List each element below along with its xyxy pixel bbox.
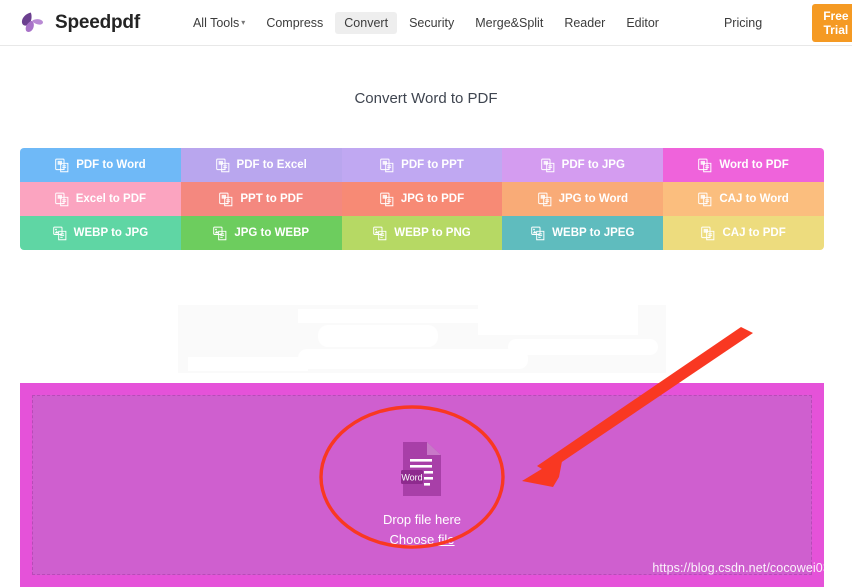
word-file-icon: Word <box>399 440 445 498</box>
tool-tile-label: CAJ to PDF <box>722 227 786 239</box>
nav-label: All Tools <box>192 15 240 30</box>
tool-tile-label: PDF to PPT <box>401 159 464 171</box>
chevron-down-icon: ▾ <box>241 17 246 27</box>
doc-convert-icon <box>219 192 240 207</box>
tool-tile-webp-to-png[interactable]: WEBP to PNG <box>341 216 503 250</box>
doc-convert-icon <box>55 158 76 173</box>
nav-item-convert[interactable]: Convert <box>335 11 398 34</box>
tool-tile-pdf-to-ppt[interactable]: PDF to PPT <box>341 148 503 182</box>
doc-convert-icon <box>380 158 401 173</box>
image-convert-icon <box>531 226 552 241</box>
tool-tile-label: PDF to JPG <box>561 159 625 171</box>
tool-tile-caj-to-word[interactable]: CAJ to Word <box>663 182 824 216</box>
main-nav: All Tools ▾ Compress Convert Security Mer… <box>184 11 774 34</box>
doc-convert-icon <box>701 226 722 241</box>
tool-tile-label: WEBP to JPEG <box>552 227 635 239</box>
file-drop-inner[interactable]: Word Drop file here Choose file <box>32 395 812 575</box>
tool-tile-label: Excel to PDF <box>75 193 147 205</box>
tool-tile-label: CAJ to Word <box>719 193 789 205</box>
choose-file-link[interactable]: Choose file <box>389 532 454 547</box>
word-icon-label: Word <box>401 473 422 483</box>
tool-tile-label: WEBP to JPG <box>73 227 149 239</box>
drop-file-here-text: Drop file here <box>382 512 462 527</box>
tool-tile-pdf-to-word[interactable]: PDF to Word <box>20 148 181 182</box>
brand-name: Speedpdf <box>55 11 140 33</box>
tool-tile-label: PDF to Excel <box>236 159 307 171</box>
tool-tile-pdf-to-jpg[interactable]: PDF to JPG <box>502 148 664 182</box>
tool-tile-webp-to-jpg[interactable]: WEBP to JPG <box>20 216 181 250</box>
tools-grid: PDF to Word PDF to Excel PDF to PPT PDF … <box>20 148 824 250</box>
page-root: Speedpdf All Tools ▾ Compress Convert Sec… <box>0 0 852 587</box>
file-drop-zone[interactable]: Word Drop file here Choose file <box>20 383 824 587</box>
ad-placeholder-banner <box>178 305 666 373</box>
tool-tile-webp-to-jpeg[interactable]: WEBP to JPEG <box>502 216 664 250</box>
tool-tile-label: PDF to Word <box>76 159 146 171</box>
tool-tile-label: WEBP to PNG <box>394 227 471 239</box>
site-header: Speedpdf All Tools ▾ Compress Convert Sec… <box>0 0 852 46</box>
nav-item-reader[interactable]: Reader <box>555 12 614 34</box>
doc-convert-icon <box>54 192 76 207</box>
tool-tile-label: JPG to WEBP <box>234 227 310 239</box>
doc-convert-icon <box>380 192 401 207</box>
drop-zone-content: Word Drop file here Choose file <box>33 440 811 547</box>
nav-item-merge-split[interactable]: Merge&Split <box>466 12 552 34</box>
tool-tile-jpg-to-word[interactable]: JPG to Word <box>502 182 664 216</box>
nav-item-all-tools[interactable]: All Tools ▾ <box>184 12 254 34</box>
butterfly-logo-icon <box>18 9 46 37</box>
doc-convert-icon <box>698 158 719 173</box>
tool-tile-label: JPG to PDF <box>400 193 465 205</box>
page-title: Convert Word to PDF <box>354 90 498 107</box>
doc-convert-icon <box>215 158 237 173</box>
tool-tile-jpg-to-pdf[interactable]: JPG to PDF <box>341 182 503 216</box>
tool-tile-ppt-to-pdf[interactable]: PPT to PDF <box>180 182 342 216</box>
tool-tile-caj-to-pdf[interactable]: CAJ to PDF <box>663 216 824 250</box>
tool-tile-pdf-to-excel[interactable]: PDF to Excel <box>180 148 342 182</box>
doc-convert-icon <box>540 158 562 173</box>
brand-logo[interactable]: Speedpdf <box>18 9 140 37</box>
nav-item-pricing[interactable]: Pricing <box>715 12 771 34</box>
image-convert-icon <box>213 226 234 241</box>
tool-tile-label: JPG to Word <box>558 193 628 205</box>
tool-tile-label: PPT to PDF <box>240 193 303 205</box>
tool-tile-word-to-pdf[interactable]: Word to PDF <box>663 148 824 182</box>
nav-item-compress[interactable]: Compress <box>257 12 332 34</box>
image-convert-icon <box>52 226 74 241</box>
tool-tile-label: Word to PDF <box>719 159 789 171</box>
doc-convert-icon <box>537 192 559 207</box>
nav-item-security[interactable]: Security <box>400 12 463 34</box>
tool-tile-excel-to-pdf[interactable]: Excel to PDF <box>20 182 181 216</box>
image-convert-icon <box>373 226 394 241</box>
doc-convert-icon <box>698 192 719 207</box>
nav-item-editor[interactable]: Editor <box>617 12 668 34</box>
tool-tile-jpg-to-webp[interactable]: JPG to WEBP <box>180 216 342 250</box>
csdn-watermark: https://blog.csdn.net/cocowei0306 <box>652 561 844 575</box>
free-trial-button[interactable]: Free Trial <box>812 3 852 42</box>
